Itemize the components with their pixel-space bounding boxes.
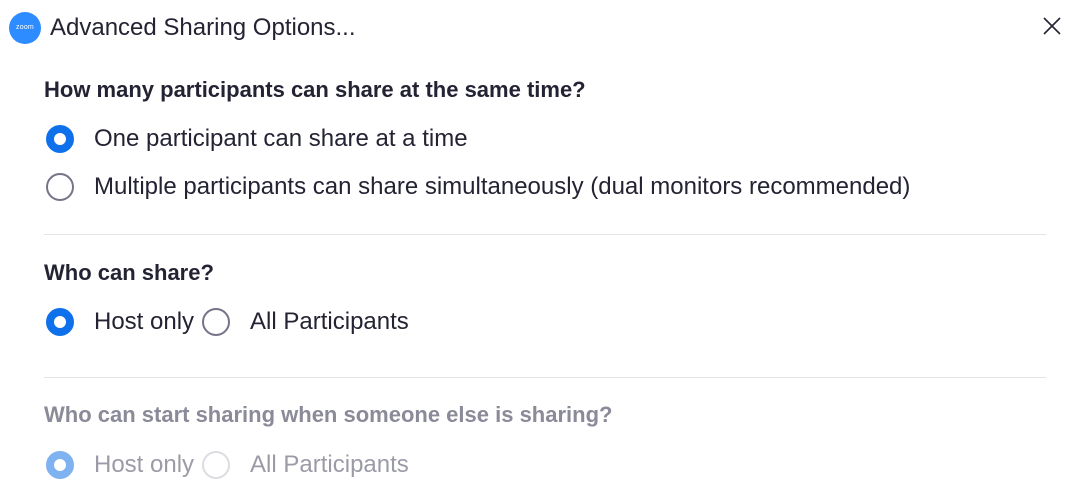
radio-row-who-can-share: Host only All Participants (46, 304, 409, 340)
radio-label: All Participants (250, 308, 409, 335)
section-divider (44, 377, 1046, 378)
zoom-logo-icon: zoom (9, 12, 41, 44)
radio-row-one-participant: One participant can share at a time (46, 121, 468, 157)
radio-row-multiple-participants: Multiple participants can share simultan… (46, 169, 910, 205)
section-divider (44, 234, 1046, 235)
radio-label: Host only (94, 451, 195, 478)
radio-option-multiple-participants[interactable]: Multiple participants can share simultan… (46, 172, 910, 202)
radio-option-one-participant[interactable]: One participant can share at a time (46, 124, 468, 154)
radio-option-all-participants[interactable]: All Participants (202, 307, 409, 337)
close-button[interactable] (1036, 10, 1065, 42)
radio-button-unchecked[interactable] (46, 173, 74, 201)
logo-text: zoom (16, 24, 34, 31)
radio-button-checked-disabled (46, 451, 74, 479)
radio-option-host-only[interactable]: Host only (46, 307, 194, 337)
radio-label: One participant can share at a time (94, 125, 468, 152)
window-title: Advanced Sharing Options... (50, 14, 356, 41)
title-bar: zoom Advanced Sharing Options... (0, 0, 1065, 56)
radio-option-all-participants-disabled: All Participants (202, 450, 409, 480)
radio-label: Multiple participants can share simultan… (94, 173, 911, 200)
radio-button-unchecked-disabled (202, 451, 231, 479)
radio-option-host-only-disabled: Host only (46, 450, 194, 480)
close-icon (1043, 17, 1061, 35)
simultaneous-share-heading: How many participants can share at the s… (44, 77, 586, 102)
radio-button-checked[interactable] (46, 308, 74, 336)
radio-label: Host only (94, 308, 195, 335)
radio-button-checked[interactable] (46, 125, 74, 153)
start-while-sharing-heading: Who can start sharing when someone else … (44, 402, 613, 427)
radio-label: All Participants (250, 451, 409, 478)
who-can-share-heading: Who can share? (44, 260, 214, 285)
radio-button-unchecked[interactable] (202, 308, 231, 336)
radio-row-start-while-sharing: Host only All Participants (46, 447, 409, 483)
